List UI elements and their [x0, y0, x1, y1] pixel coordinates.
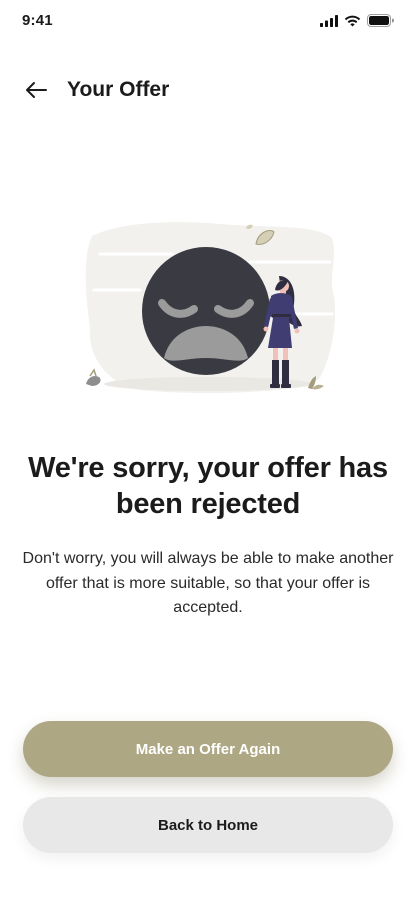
battery-icon	[367, 14, 394, 27]
ground-shadow	[104, 377, 312, 391]
arrow-left-icon	[26, 82, 47, 98]
rejection-headline: We're sorry, your offer has been rejecte…	[28, 452, 388, 520]
status-bar: 9:41	[0, 0, 416, 44]
status-icons	[320, 14, 394, 27]
status-time: 9:41	[22, 12, 53, 29]
wifi-icon	[344, 15, 361, 26]
make-offer-again-button[interactable]: Make an Offer Again	[23, 721, 393, 777]
sad-face-illustration	[80, 218, 338, 404]
back-to-home-button[interactable]: Back to Home	[23, 797, 393, 853]
page-title: Your Offer	[67, 78, 170, 101]
back-button[interactable]	[20, 76, 52, 104]
rock-icon	[86, 368, 101, 386]
signal-icon	[320, 14, 338, 27]
header: Your Offer	[0, 70, 416, 110]
rejection-message: Don't worry, you will always be able to …	[22, 550, 394, 616]
